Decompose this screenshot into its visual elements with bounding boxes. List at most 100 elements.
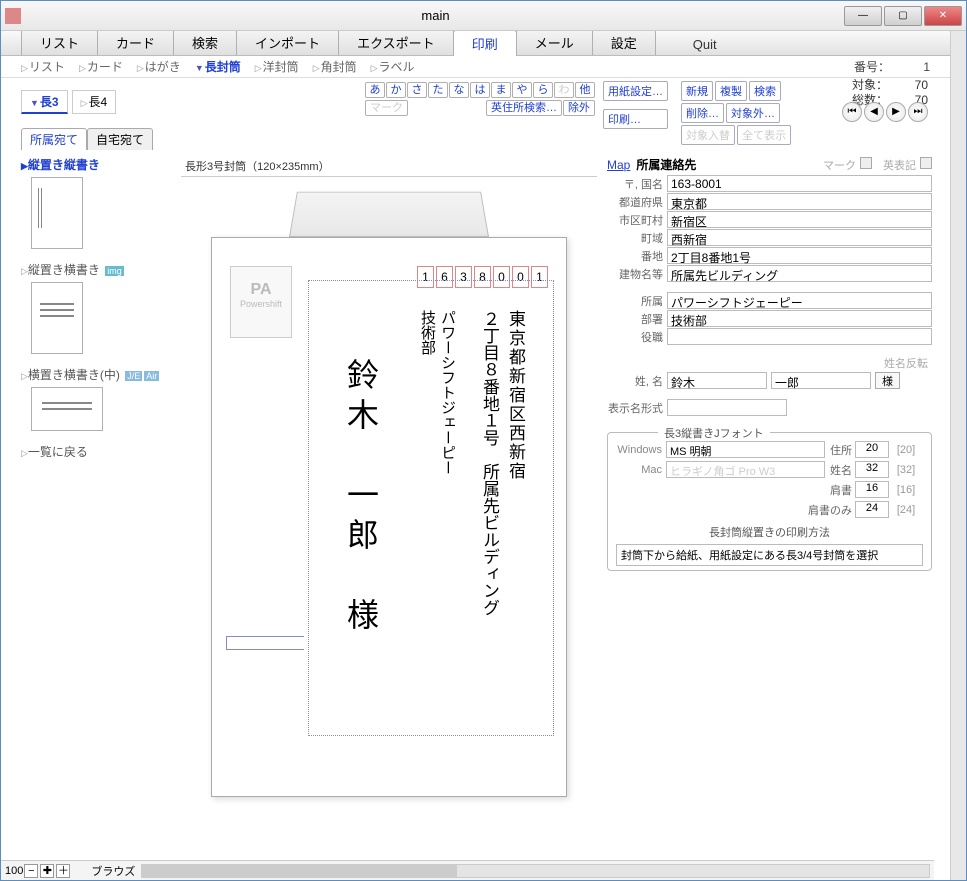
zoom-out[interactable]: −: [24, 864, 38, 878]
thumb-yoko-yoko[interactable]: [31, 387, 103, 431]
btn-eng-search[interactable]: 英住所検索…: [486, 100, 562, 116]
layout-tate-yoko[interactable]: 縦置き横書き img: [21, 261, 171, 278]
btn-dup[interactable]: 複製: [715, 81, 747, 101]
main-tabs: リスト カード 検索 インポート エクスポート 印刷 メール 設定 Quit: [1, 31, 950, 56]
layout-tate-tate[interactable]: 縦置き縦書き: [21, 156, 171, 173]
mark-check[interactable]: [860, 157, 872, 169]
minimize-button[interactable]: —: [844, 6, 882, 26]
btn-print[interactable]: 印刷…: [603, 109, 668, 129]
zoom-in[interactable]: ＋: [56, 864, 70, 878]
tab-card[interactable]: カード: [97, 31, 174, 55]
zoom-reset[interactable]: ✚: [40, 864, 54, 878]
field-street[interactable]: 2丁目8番地1号: [667, 247, 932, 264]
btn-exclude-target[interactable]: 対象外…: [726, 103, 780, 123]
tab-print[interactable]: 印刷: [453, 31, 517, 56]
sub-kaku[interactable]: 角封筒: [313, 58, 357, 75]
tab-search[interactable]: 検索: [173, 31, 237, 55]
layout-back[interactable]: 一覧に戻る: [21, 443, 171, 460]
kana-filter: あ か さ た な は ま や ら わ 他 マーク: [365, 82, 595, 116]
kana-ra[interactable]: ら: [533, 82, 553, 98]
kana-ma[interactable]: ま: [491, 82, 511, 98]
nav-first[interactable]: ⏮: [842, 102, 862, 122]
size-katao[interactable]: 24: [855, 501, 889, 518]
field-org[interactable]: パワーシフトジェーピー: [667, 292, 932, 309]
field-postal[interactable]: 163-8001: [667, 175, 932, 192]
field-town[interactable]: 西新宿: [667, 229, 932, 246]
envelope-flap: [289, 192, 489, 237]
tab-quit[interactable]: Quit: [675, 34, 735, 55]
badge-img: img: [105, 266, 124, 276]
thumb-tate-yoko[interactable]: [31, 282, 83, 354]
field-display-format[interactable]: [667, 399, 787, 416]
btn-swap[interactable]: 対象入替: [681, 125, 735, 145]
field-sei[interactable]: 鈴木: [667, 372, 767, 389]
btn-delete[interactable]: 削除…: [681, 103, 724, 123]
sub-card[interactable]: カード: [79, 58, 123, 75]
size-naga4[interactable]: 長4: [72, 90, 117, 114]
sub-list[interactable]: リスト: [21, 58, 65, 75]
v-scrollbar[interactable]: [950, 31, 966, 880]
btn-exclude[interactable]: 除外: [563, 100, 595, 116]
envelope-preview: PAPowershift 1 6 3 8 0 0 1 東京: [211, 237, 567, 797]
tab-shozoku-ate[interactable]: 所属宛て: [21, 128, 87, 150]
map-link[interactable]: Map: [607, 158, 630, 172]
font-mac[interactable]: ヒラギノ角ゴ Pro W3: [666, 461, 825, 478]
field-prefecture[interactable]: 東京都: [667, 193, 932, 210]
badge-air: Air: [144, 371, 159, 381]
kana-na[interactable]: な: [449, 82, 469, 98]
field-city[interactable]: 新宿区: [667, 211, 932, 228]
tab-mail[interactable]: メール: [516, 31, 593, 55]
kana-a[interactable]: あ: [365, 82, 385, 98]
app-icon: [5, 8, 21, 24]
close-button[interactable]: ✕: [924, 6, 962, 26]
sub-label[interactable]: ラベル: [371, 58, 415, 75]
env-name: 鈴木 一郎 様: [338, 358, 384, 638]
kana-ya[interactable]: や: [512, 82, 532, 98]
size-naga3[interactable]: 長3: [21, 90, 68, 114]
btn-mark[interactable]: マーク: [365, 100, 408, 116]
status-bar: 100 − ✚ ＋ ブラウズ: [1, 860, 934, 880]
layout-options: 縦置き縦書き 縦置き横書き img 横置き横書き(中) J/EAir 一覧に戻る: [21, 156, 181, 854]
kana-ta[interactable]: た: [428, 82, 448, 98]
field-dept[interactable]: 技術部: [667, 310, 932, 327]
field-title[interactable]: [667, 328, 932, 345]
kana-sa[interactable]: さ: [407, 82, 427, 98]
sub-hagaki[interactable]: はがき: [137, 58, 181, 75]
size-name[interactable]: 32: [855, 461, 889, 478]
btn-sama[interactable]: 様: [875, 372, 900, 389]
nav-last[interactable]: ⏭: [908, 102, 928, 122]
print-method[interactable]: 封筒下から給紙、用紙設定にある長3/4号封筒を選択: [616, 544, 923, 566]
kana-wa[interactable]: わ: [554, 82, 574, 98]
tab-jitaku-ate[interactable]: 自宅宛て: [87, 128, 153, 150]
thumb-tate-tate[interactable]: [31, 177, 83, 249]
mode-browse[interactable]: ブラウズ: [91, 863, 135, 879]
eng-check[interactable]: [920, 157, 932, 169]
kana-ka[interactable]: か: [386, 82, 406, 98]
btn-paper-settings[interactable]: 用紙設定…: [603, 81, 668, 101]
nav-prev[interactable]: ◀: [864, 102, 884, 122]
badge-je: J/E: [125, 371, 142, 381]
sub-you[interactable]: 洋封筒: [255, 58, 299, 75]
sub-naga[interactable]: 長封筒: [195, 58, 241, 75]
kana-ha[interactable]: は: [470, 82, 490, 98]
tab-list[interactable]: リスト: [21, 31, 98, 55]
btn-search[interactable]: 検索: [749, 81, 781, 101]
font-settings: 長3縦書きJフォント WindowsMS 明朝住所20[20] Macヒラギノ角…: [607, 432, 932, 571]
btn-showall[interactable]: 全て表示: [737, 125, 791, 145]
tab-settings[interactable]: 設定: [592, 31, 656, 55]
size-kata[interactable]: 16: [855, 481, 889, 498]
stat-bangou: 番号：1: [854, 58, 930, 75]
size-addr[interactable]: 20: [855, 441, 889, 458]
btn-new[interactable]: 新規: [681, 81, 713, 101]
font-windows[interactable]: MS 明朝: [666, 441, 825, 458]
tab-import[interactable]: インポート: [236, 31, 339, 55]
layout-yoko-yoko[interactable]: 横置き横書き(中) J/EAir: [21, 366, 171, 383]
kana-other[interactable]: 他: [575, 82, 595, 98]
maximize-button[interactable]: ▢: [884, 6, 922, 26]
tab-export[interactable]: エクスポート: [338, 31, 454, 55]
nav-next[interactable]: ▶: [886, 102, 906, 122]
field-building[interactable]: 所属先ビルディング: [667, 265, 932, 282]
h-scrollbar[interactable]: [141, 864, 930, 878]
env-org: パワーシフトジェーピー: [437, 310, 458, 475]
field-mei[interactable]: 一郎: [771, 372, 871, 389]
